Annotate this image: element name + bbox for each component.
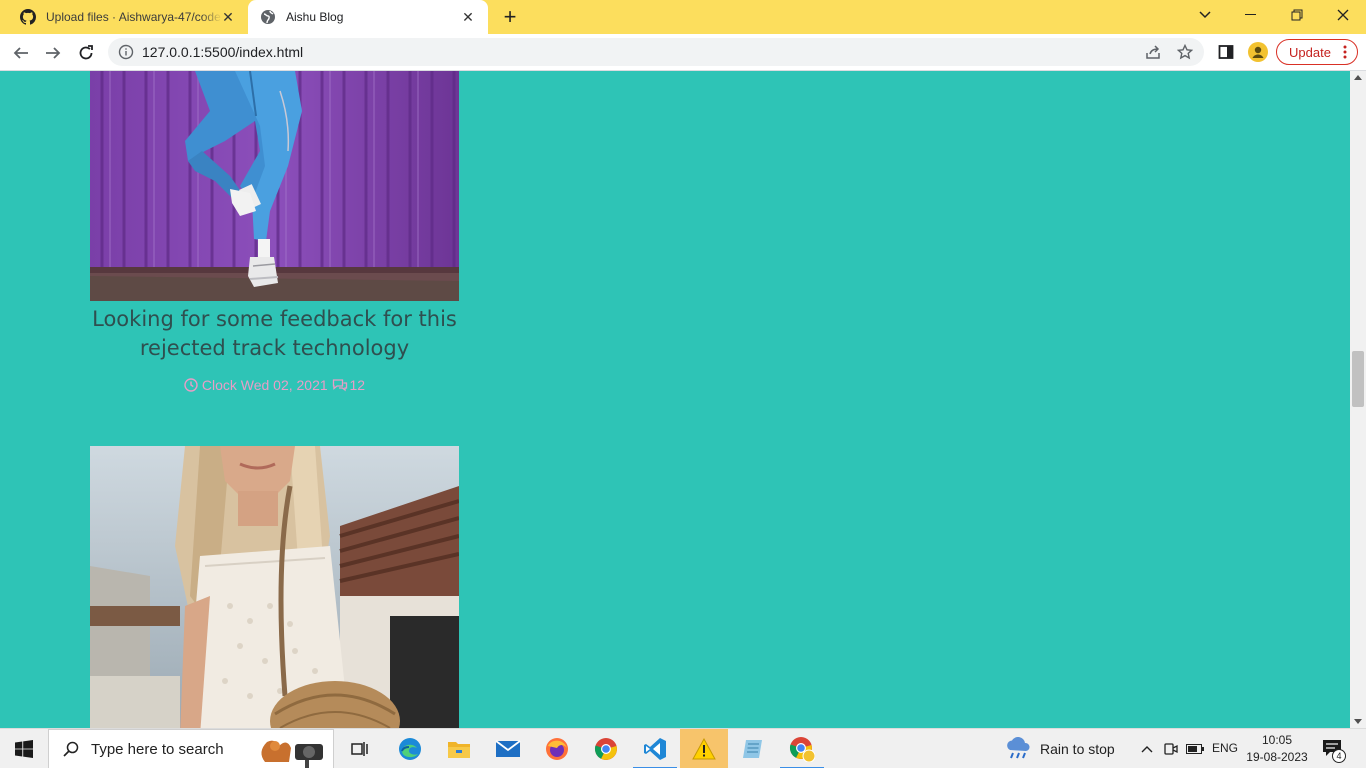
page-viewport: Looking for some feedback for this rejec…: [0, 71, 1350, 728]
task-view-icon[interactable]: [336, 729, 384, 768]
back-arrow-icon[interactable]: [8, 40, 34, 66]
github-icon: [20, 9, 36, 25]
side-panel-icon[interactable]: [1216, 42, 1236, 62]
restore-icon[interactable]: [1274, 0, 1320, 30]
post-comment-count: 12: [349, 377, 366, 393]
tab-title: Upload files · Aishwarya-47/code: [46, 10, 221, 24]
mail-icon[interactable]: [484, 729, 532, 768]
search-highlight-illustration-icon: [253, 732, 329, 768]
update-label: Update: [1289, 44, 1331, 60]
scroll-thumb[interactable]: [1352, 351, 1364, 407]
page-scrollbar[interactable]: [1350, 71, 1366, 728]
menu-dots-icon: [1343, 45, 1347, 59]
tab-github-upload[interactable]: Upload files · Aishwarya-47/code ✕: [8, 0, 248, 34]
chevron-up-icon[interactable]: [1137, 739, 1157, 759]
system-clock[interactable]: 10:05 19-08-2023: [1242, 732, 1312, 766]
reload-icon[interactable]: [73, 40, 99, 66]
scroll-down-arrow-icon[interactable]: [1354, 719, 1362, 724]
share-icon[interactable]: [1144, 43, 1162, 61]
meet-now-icon[interactable]: [1161, 739, 1181, 759]
rain-cloud-icon: [1004, 737, 1032, 761]
tab-aishu-blog[interactable]: Aishu Blog ✕: [248, 0, 488, 34]
chrome-icon[interactable]: [582, 729, 630, 768]
post-image[interactable]: [90, 446, 459, 728]
vscode-icon[interactable]: [631, 729, 679, 768]
language-indicator[interactable]: ENG: [1212, 741, 1238, 755]
bookmark-star-icon[interactable]: [1176, 43, 1194, 61]
file-explorer-icon[interactable]: [435, 729, 483, 768]
close-icon[interactable]: ✕: [460, 9, 476, 25]
close-icon[interactable]: ✕: [220, 9, 236, 25]
comments-icon: [332, 378, 347, 392]
post-meta: Clock Wed 02, 2021 12: [90, 377, 459, 393]
globe-icon: [260, 9, 276, 25]
edge-icon[interactable]: [386, 729, 434, 768]
taskbar-search[interactable]: Type here to search: [48, 729, 334, 768]
post-date: Clock Wed 02, 2021: [201, 377, 328, 393]
post-title[interactable]: Looking for some feedback for this rejec…: [90, 305, 459, 363]
windows-start-icon[interactable]: [0, 729, 48, 768]
tab-search-icon[interactable]: [1182, 0, 1228, 30]
site-info-icon[interactable]: [118, 44, 134, 60]
post-image[interactable]: [90, 71, 459, 301]
tab-title: Aishu Blog: [286, 10, 344, 24]
browser-toolbar: 127.0.0.1:5500/index.html Update: [0, 34, 1366, 71]
warning-app-icon[interactable]: [680, 729, 728, 768]
notification-count-badge: 4: [1332, 749, 1346, 763]
clock-date: 19-08-2023: [1246, 750, 1308, 764]
notepad-icon[interactable]: [729, 729, 777, 768]
search-placeholder: Type here to search: [91, 740, 224, 758]
close-window-icon[interactable]: [1320, 0, 1366, 30]
update-button[interactable]: Update: [1276, 39, 1358, 65]
windows-taskbar: Type here to search Rain to stop ENG 10:…: [0, 728, 1366, 768]
firefox-icon[interactable]: [533, 729, 581, 768]
weather-text: Rain to stop: [1040, 741, 1115, 757]
clock-icon: [184, 378, 198, 392]
clock-time: 10:05: [1261, 733, 1293, 747]
profile-avatar-icon[interactable]: [1248, 42, 1268, 62]
chrome-profile-icon[interactable]: [778, 729, 826, 768]
weather-widget[interactable]: Rain to stop: [1004, 729, 1115, 768]
scroll-up-arrow-icon[interactable]: [1354, 75, 1362, 80]
search-icon: [63, 741, 79, 757]
minimize-icon[interactable]: [1228, 0, 1274, 30]
forward-arrow-icon[interactable]: [40, 40, 66, 66]
url-text: 127.0.0.1:5500/index.html: [142, 44, 304, 60]
battery-icon[interactable]: [1185, 739, 1205, 759]
address-bar[interactable]: 127.0.0.1:5500/index.html: [108, 38, 1204, 66]
new-tab-icon[interactable]: +: [500, 6, 520, 28]
tab-strip: Upload files · Aishwarya-47/code ✕ Aishu…: [0, 0, 1366, 34]
